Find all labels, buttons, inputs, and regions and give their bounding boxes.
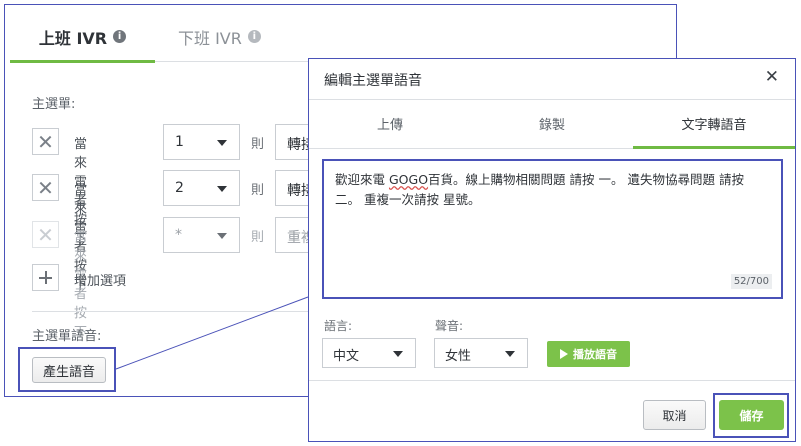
close-icon[interactable]: ✕: [765, 67, 779, 87]
tab-text-to-speech[interactable]: 文字轉語音: [633, 100, 795, 149]
tts-misspelled-word: GOGO: [388, 172, 429, 187]
modal-tabs: 上傳 錄製 文字轉語音: [309, 100, 795, 149]
language-select[interactable]: 中文: [322, 338, 416, 368]
chevron-down-icon: [217, 186, 227, 192]
language-select-value: 中文: [333, 349, 360, 364]
key-select-value: 1: [175, 134, 184, 150]
info-icon[interactable]: i: [247, 30, 261, 43]
row-then-label: 則: [251, 183, 265, 198]
chevron-down-icon: [393, 351, 403, 357]
plus-icon[interactable]: [32, 264, 59, 291]
key-select-value: *: [175, 227, 182, 243]
tab-upload[interactable]: 上傳: [309, 100, 471, 146]
chevron-down-icon: [505, 351, 515, 357]
add-option-label[interactable]: 增加選項: [74, 270, 126, 289]
key-select[interactable]: 1: [163, 124, 240, 160]
edit-voice-modal: 編輯主選單語音 ✕ 上傳 錄製 文字轉語音 歡迎來電 GOGO百貨。線上購物相關…: [308, 58, 796, 442]
play-voice-label: 播放語音: [573, 348, 617, 361]
tts-text-part: 歡迎來電: [335, 172, 389, 187]
voice-label: 聲音:: [435, 319, 464, 333]
tab-day-ivr[interactable]: 上班 IVR i: [10, 13, 155, 63]
ivr-tabs: 上班 IVR i 下班 IVR i: [10, 13, 670, 63]
char-count: 52/700: [730, 274, 772, 289]
modal-title: 編輯主選單語音: [324, 73, 422, 89]
tab-night-ivr-label: 下班 IVR: [178, 28, 242, 48]
tab-day-ivr-label: 上班 IVR: [38, 28, 108, 48]
language-label: 語言:: [324, 319, 353, 333]
cancel-button[interactable]: 取消: [643, 400, 706, 430]
play-voice-button[interactable]: 播放語音: [547, 341, 630, 367]
chevron-down-icon: [217, 140, 227, 146]
save-button[interactable]: 儲存: [719, 400, 784, 430]
voice-select[interactable]: 女性: [434, 338, 528, 368]
divider: [32, 311, 308, 312]
tts-textarea[interactable]: 歡迎來電 GOGO百貨。線上購物相關問題 請按 一。 遺失物協尋問題 請按 二。…: [322, 159, 783, 299]
row-then-label: 則: [251, 137, 265, 152]
main-menu-label: 主選單:: [32, 97, 76, 112]
chevron-down-icon: [217, 233, 227, 239]
key-select: *: [163, 217, 240, 253]
key-select-value: 2: [175, 180, 184, 196]
modal-header: 編輯主選單語音 ✕: [309, 59, 795, 100]
info-icon[interactable]: i: [113, 30, 127, 43]
generate-voice-button[interactable]: 產生語音: [32, 357, 106, 383]
play-icon: [560, 349, 568, 359]
tab-record[interactable]: 錄製: [471, 100, 633, 146]
remove-option-close-icon: ✕: [32, 221, 59, 248]
tab-night-ivr[interactable]: 下班 IVR i: [178, 13, 298, 60]
voice-select-value: 女性: [445, 349, 472, 364]
main-menu-voice-label: 主選單語音:: [32, 329, 102, 344]
row-then-label: 則: [251, 230, 265, 245]
tts-text: 歡迎來電 GOGO百貨。線上購物相關問題 請按 一。 遺失物協尋問題 請按 二。…: [335, 170, 771, 210]
remove-option-close-icon[interactable]: ✕: [32, 174, 59, 201]
remove-option-close-icon[interactable]: ✕: [32, 128, 59, 155]
key-select[interactable]: 2: [163, 170, 240, 206]
modal-footer-divider: [309, 380, 795, 381]
